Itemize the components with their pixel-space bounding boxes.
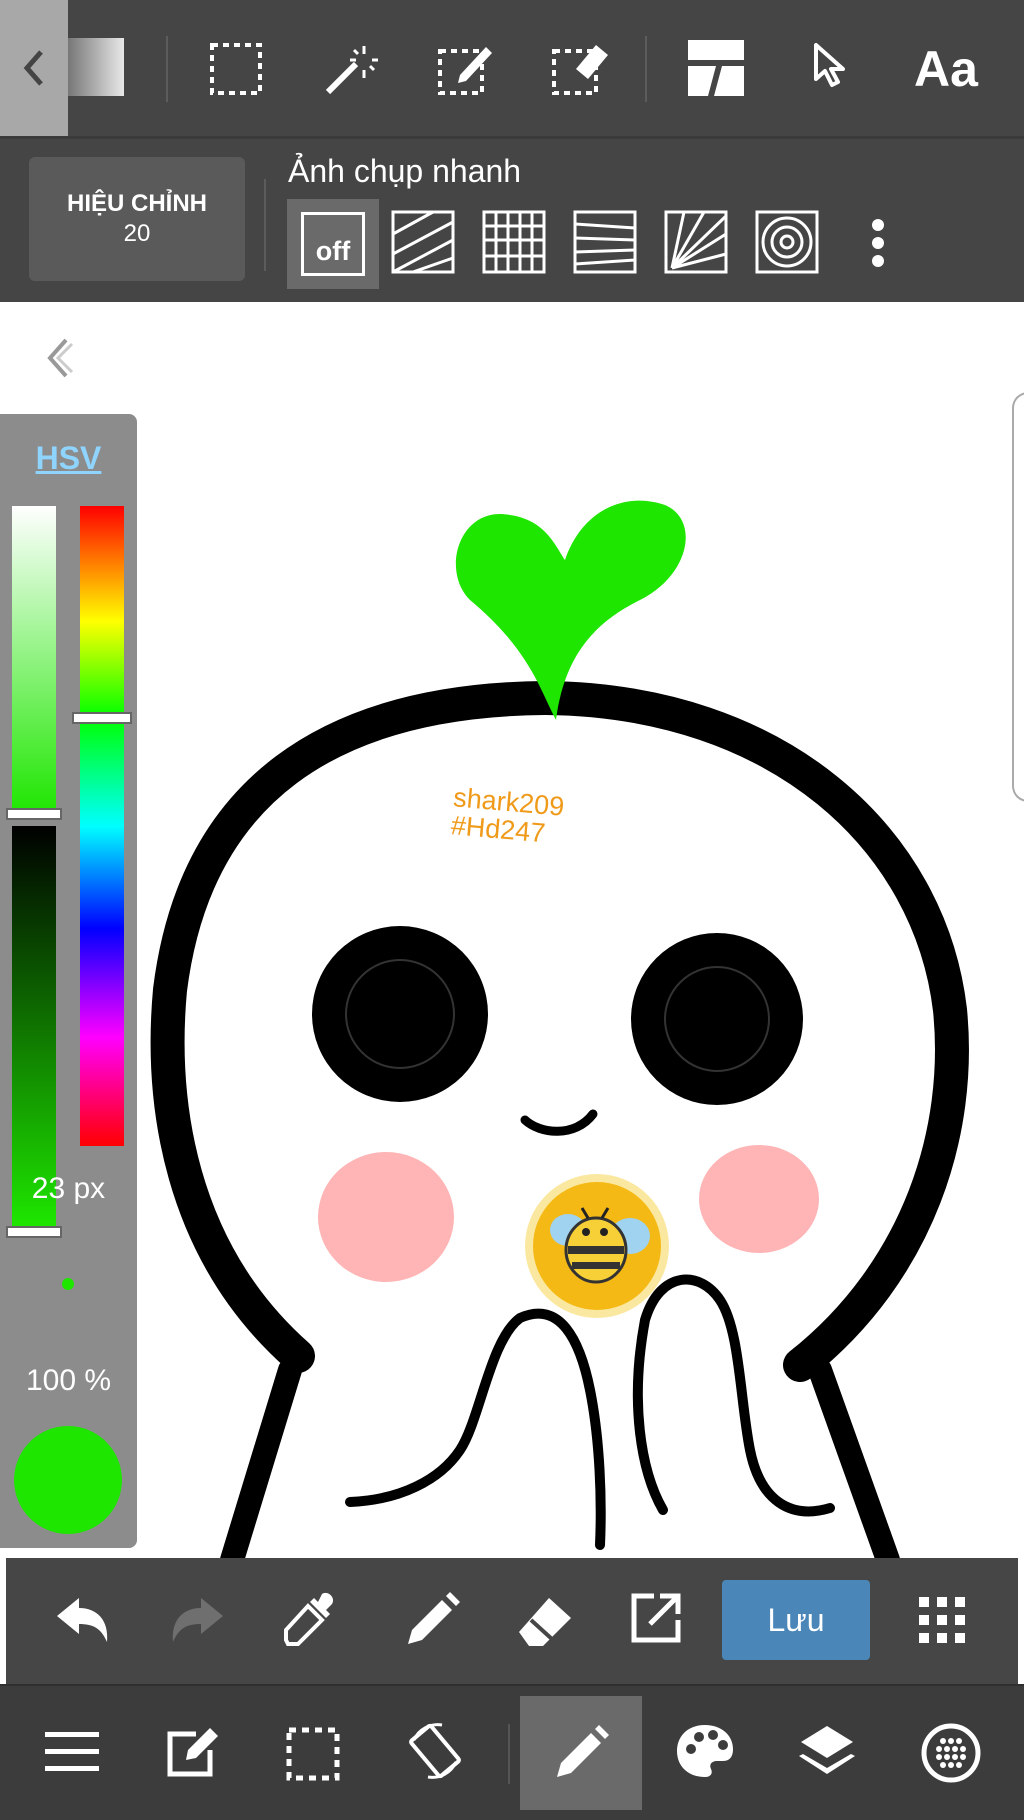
brush-button[interactable] — [520, 1696, 642, 1810]
body-left-line — [220, 1358, 302, 1560]
export-icon — [631, 1593, 681, 1643]
top-toolbar: Aa — [0, 0, 1024, 136]
snap-grid-button[interactable] — [481, 209, 547, 275]
edit-button[interactable] — [160, 1720, 224, 1784]
brush-size-dot — [62, 1278, 74, 1290]
eraser-button[interactable] — [514, 1590, 576, 1650]
mouth — [520, 1109, 598, 1136]
back-chevron-button[interactable] — [0, 0, 68, 136]
drawing-canvas[interactable]: shark209 #Hd247 — [0, 302, 1024, 1560]
bottom-nav-bar — [0, 1684, 1024, 1820]
snap-off-label: off — [315, 236, 351, 266]
save-label: Lưu — [767, 1601, 825, 1638]
redo-icon — [172, 1598, 223, 1642]
text-tool-icon: Aa — [914, 41, 978, 97]
body-right-line — [808, 1358, 900, 1560]
rotate-button[interactable] — [400, 1716, 470, 1786]
snap-off-button[interactable]: off — [287, 199, 379, 289]
gradient-button[interactable] — [68, 38, 124, 96]
selection-button[interactable] — [282, 1724, 344, 1784]
text-tool-button[interactable]: Aa — [904, 34, 988, 104]
frame-divider-icon — [688, 40, 744, 96]
saturation-handle[interactable] — [6, 808, 62, 820]
hue-slider[interactable] — [72, 506, 132, 1146]
magic-wand-icon — [325, 46, 378, 95]
redo-button[interactable] — [166, 1590, 230, 1650]
snap-concentric-icon — [755, 210, 819, 274]
grid-menu-button[interactable] — [914, 1592, 970, 1648]
left-cheek — [318, 1152, 454, 1282]
right-eye — [631, 933, 803, 1105]
opacity-value[interactable]: 100 % — [0, 1364, 137, 1398]
frame-divider-button[interactable] — [686, 38, 746, 98]
snap-bar: HIỆU CHỈNH 20 Ảnh chụp nhanh off — [0, 136, 1024, 302]
saturation-slider[interactable] — [6, 506, 62, 1238]
panel-collapse-button[interactable] — [38, 332, 78, 384]
layers-button[interactable] — [794, 1720, 860, 1784]
snap-radial-button[interactable] — [663, 209, 729, 275]
palette-icon — [677, 1725, 733, 1777]
color-panel: HSV 23 px 100 % — [0, 414, 137, 1548]
export-button[interactable] — [626, 1588, 686, 1648]
palette-button[interactable] — [672, 1720, 738, 1782]
rotate-icon — [409, 1723, 461, 1779]
snap-more-button[interactable] — [860, 213, 896, 273]
snap-concentric-button[interactable] — [754, 209, 820, 275]
material-button[interactable] — [918, 1720, 984, 1786]
snap-off-icon: off — [301, 212, 365, 276]
edit-icon — [167, 1728, 218, 1777]
grid-menu-icon — [919, 1597, 965, 1643]
save-button[interactable]: Lưu — [722, 1580, 870, 1660]
snap-parallel-button[interactable] — [390, 209, 456, 275]
more-vertical-icon — [872, 219, 884, 267]
snap-title: Ảnh chụp nhanh — [288, 153, 522, 189]
eraser-icon — [519, 1598, 571, 1646]
select-pen-button[interactable] — [432, 36, 498, 100]
gradient-icon — [68, 38, 124, 96]
eyedropper-icon — [284, 1592, 334, 1646]
selection-icon — [286, 1727, 340, 1781]
magic-wand-button[interactable] — [318, 36, 384, 102]
current-color-swatch[interactable] — [14, 1426, 122, 1534]
undo-button[interactable] — [50, 1590, 114, 1650]
snap-parallel-icon — [391, 210, 455, 274]
brush-icon — [557, 1725, 609, 1777]
select-eraser-icon — [552, 45, 608, 95]
select-rect-icon — [210, 43, 262, 95]
select-eraser-button[interactable] — [546, 36, 612, 100]
snap-radial-icon — [664, 210, 728, 274]
right-panel-handle[interactable] — [1012, 392, 1024, 802]
hue-handle[interactable] — [72, 712, 132, 724]
chevron-left-icon — [47, 338, 74, 378]
material-icon — [921, 1723, 981, 1783]
snap-grid-icon — [482, 210, 546, 274]
move-cursor-icon — [814, 43, 845, 87]
watermark: shark209 #Hd247 — [450, 782, 566, 848]
back-chevron-icon — [23, 50, 43, 86]
left-eye — [312, 926, 488, 1102]
hands — [345, 1308, 606, 1550]
right-cheek — [699, 1145, 819, 1253]
action-toolbar: Lưu — [6, 1558, 1018, 1684]
snap-perspective-icon — [573, 210, 637, 274]
correction-value: 20 — [123, 220, 151, 247]
menu-icon — [45, 1732, 99, 1771]
select-rect-button[interactable] — [205, 38, 267, 100]
select-pen-icon — [438, 47, 492, 95]
brush-size[interactable]: 23 px — [0, 1172, 137, 1206]
color-mode-tab[interactable]: HSV — [0, 440, 137, 477]
menu-button[interactable] — [40, 1722, 104, 1782]
eyedropper-button[interactable] — [280, 1588, 340, 1648]
pen-button[interactable] — [402, 1590, 462, 1650]
snap-perspective-button[interactable] — [572, 209, 638, 275]
correction-label: HIỆU CHỈNH — [66, 190, 207, 217]
value-handle[interactable] — [6, 1226, 62, 1238]
undo-icon — [57, 1598, 108, 1642]
correction-button[interactable]: HIỆU CHỈNH 20 — [29, 157, 245, 281]
artwork — [150, 500, 969, 1560]
move-cursor-button[interactable] — [808, 40, 852, 92]
layers-icon — [799, 1726, 855, 1774]
pen-icon — [408, 1592, 460, 1644]
